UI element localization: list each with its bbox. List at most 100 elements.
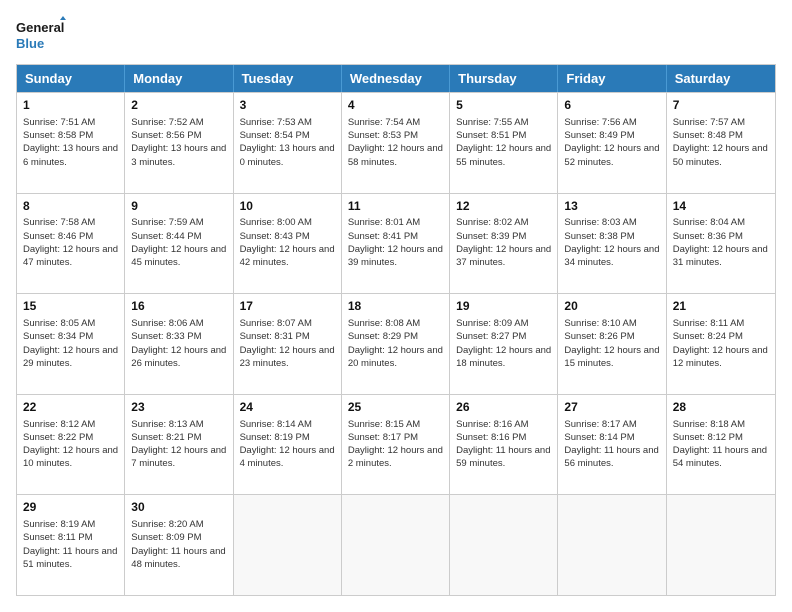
- sunrise-text: Sunrise: 7:58 AM: [23, 217, 95, 228]
- sunset-text: Sunset: 8:26 PM: [564, 331, 634, 342]
- sunset-text: Sunset: 8:53 PM: [348, 130, 418, 141]
- calendar-cell: [234, 495, 342, 595]
- day-number: 8: [23, 198, 118, 215]
- sunrise-text: Sunrise: 7:54 AM: [348, 117, 420, 128]
- calendar-cell: 23 Sunrise: 8:13 AM Sunset: 8:21 PM Dayl…: [125, 395, 233, 495]
- daylight-text: Daylight: 11 hours and 54 minutes.: [673, 445, 767, 469]
- day-number: 25: [348, 399, 443, 416]
- calendar-cell: 30 Sunrise: 8:20 AM Sunset: 8:09 PM Dayl…: [125, 495, 233, 595]
- daylight-text: Daylight: 12 hours and 58 minutes.: [348, 143, 443, 167]
- sunset-text: Sunset: 8:31 PM: [240, 331, 310, 342]
- calendar-cell: 26 Sunrise: 8:16 AM Sunset: 8:16 PM Dayl…: [450, 395, 558, 495]
- sunset-text: Sunset: 8:43 PM: [240, 231, 310, 242]
- sunrise-text: Sunrise: 8:04 AM: [673, 217, 745, 228]
- daylight-text: Daylight: 12 hours and 23 minutes.: [240, 345, 335, 369]
- day-number: 19: [456, 298, 551, 315]
- calendar-cell: 18 Sunrise: 8:08 AM Sunset: 8:29 PM Dayl…: [342, 294, 450, 394]
- day-number: 5: [456, 97, 551, 114]
- daylight-text: Daylight: 12 hours and 50 minutes.: [673, 143, 768, 167]
- logo-svg: General Blue: [16, 16, 66, 56]
- calendar-cell: [558, 495, 666, 595]
- sunset-text: Sunset: 8:49 PM: [564, 130, 634, 141]
- day-number: 14: [673, 198, 769, 215]
- sunset-text: Sunset: 8:39 PM: [456, 231, 526, 242]
- calendar-cell: 16 Sunrise: 8:06 AM Sunset: 8:33 PM Dayl…: [125, 294, 233, 394]
- daylight-text: Daylight: 13 hours and 3 minutes.: [131, 143, 226, 167]
- sunrise-text: Sunrise: 7:51 AM: [23, 117, 95, 128]
- daylight-text: Daylight: 12 hours and 4 minutes.: [240, 445, 335, 469]
- sunset-text: Sunset: 8:54 PM: [240, 130, 310, 141]
- daylight-text: Daylight: 12 hours and 39 minutes.: [348, 244, 443, 268]
- sunrise-text: Sunrise: 8:16 AM: [456, 419, 528, 430]
- day-number: 1: [23, 97, 118, 114]
- daylight-text: Daylight: 12 hours and 34 minutes.: [564, 244, 659, 268]
- header-cell-thursday: Thursday: [450, 65, 558, 92]
- calendar-cell: 12 Sunrise: 8:02 AM Sunset: 8:39 PM Dayl…: [450, 194, 558, 294]
- day-number: 28: [673, 399, 769, 416]
- calendar-cell: 28 Sunrise: 8:18 AM Sunset: 8:12 PM Dayl…: [667, 395, 775, 495]
- day-number: 16: [131, 298, 226, 315]
- calendar-cell: 6 Sunrise: 7:56 AM Sunset: 8:49 PM Dayli…: [558, 93, 666, 193]
- daylight-text: Daylight: 11 hours and 48 minutes.: [131, 546, 225, 570]
- sunset-text: Sunset: 8:19 PM: [240, 432, 310, 443]
- day-number: 23: [131, 399, 226, 416]
- sunset-text: Sunset: 8:17 PM: [348, 432, 418, 443]
- sunrise-text: Sunrise: 8:03 AM: [564, 217, 636, 228]
- calendar-cell: 17 Sunrise: 8:07 AM Sunset: 8:31 PM Dayl…: [234, 294, 342, 394]
- day-number: 30: [131, 499, 226, 516]
- calendar-cell: 1 Sunrise: 7:51 AM Sunset: 8:58 PM Dayli…: [17, 93, 125, 193]
- calendar-cell: 3 Sunrise: 7:53 AM Sunset: 8:54 PM Dayli…: [234, 93, 342, 193]
- calendar: SundayMondayTuesdayWednesdayThursdayFrid…: [16, 64, 776, 596]
- calendar-body: 1 Sunrise: 7:51 AM Sunset: 8:58 PM Dayli…: [17, 92, 775, 595]
- day-number: 3: [240, 97, 335, 114]
- sunrise-text: Sunrise: 8:15 AM: [348, 419, 420, 430]
- calendar-cell: 8 Sunrise: 7:58 AM Sunset: 8:46 PM Dayli…: [17, 194, 125, 294]
- calendar-cell: 13 Sunrise: 8:03 AM Sunset: 8:38 PM Dayl…: [558, 194, 666, 294]
- day-number: 22: [23, 399, 118, 416]
- sunset-text: Sunset: 8:14 PM: [564, 432, 634, 443]
- header-cell-wednesday: Wednesday: [342, 65, 450, 92]
- header-cell-monday: Monday: [125, 65, 233, 92]
- sunrise-text: Sunrise: 8:12 AM: [23, 419, 95, 430]
- sunset-text: Sunset: 8:12 PM: [673, 432, 743, 443]
- sunset-text: Sunset: 8:48 PM: [673, 130, 743, 141]
- calendar-week-1: 1 Sunrise: 7:51 AM Sunset: 8:58 PM Dayli…: [17, 92, 775, 193]
- daylight-text: Daylight: 13 hours and 0 minutes.: [240, 143, 335, 167]
- sunset-text: Sunset: 8:44 PM: [131, 231, 201, 242]
- day-number: 10: [240, 198, 335, 215]
- sunrise-text: Sunrise: 7:55 AM: [456, 117, 528, 128]
- sunrise-text: Sunrise: 8:11 AM: [673, 318, 745, 329]
- sunset-text: Sunset: 8:36 PM: [673, 231, 743, 242]
- daylight-text: Daylight: 12 hours and 10 minutes.: [23, 445, 118, 469]
- day-number: 4: [348, 97, 443, 114]
- sunrise-text: Sunrise: 8:01 AM: [348, 217, 420, 228]
- day-number: 18: [348, 298, 443, 315]
- sunset-text: Sunset: 8:27 PM: [456, 331, 526, 342]
- sunset-text: Sunset: 8:33 PM: [131, 331, 201, 342]
- sunrise-text: Sunrise: 8:09 AM: [456, 318, 528, 329]
- svg-text:General: General: [16, 20, 64, 35]
- daylight-text: Daylight: 12 hours and 47 minutes.: [23, 244, 118, 268]
- sunset-text: Sunset: 8:34 PM: [23, 331, 93, 342]
- sunset-text: Sunset: 8:46 PM: [23, 231, 93, 242]
- sunset-text: Sunset: 8:09 PM: [131, 532, 201, 543]
- calendar-cell: 15 Sunrise: 8:05 AM Sunset: 8:34 PM Dayl…: [17, 294, 125, 394]
- day-number: 29: [23, 499, 118, 516]
- daylight-text: Daylight: 11 hours and 59 minutes.: [456, 445, 550, 469]
- calendar-week-3: 15 Sunrise: 8:05 AM Sunset: 8:34 PM Dayl…: [17, 293, 775, 394]
- sunrise-text: Sunrise: 8:06 AM: [131, 318, 203, 329]
- day-number: 20: [564, 298, 659, 315]
- daylight-text: Daylight: 12 hours and 29 minutes.: [23, 345, 118, 369]
- day-number: 2: [131, 97, 226, 114]
- day-number: 17: [240, 298, 335, 315]
- sunset-text: Sunset: 8:51 PM: [456, 130, 526, 141]
- sunrise-text: Sunrise: 8:20 AM: [131, 519, 203, 530]
- sunset-text: Sunset: 8:16 PM: [456, 432, 526, 443]
- sunset-text: Sunset: 8:56 PM: [131, 130, 201, 141]
- sunrise-text: Sunrise: 7:56 AM: [564, 117, 636, 128]
- sunset-text: Sunset: 8:21 PM: [131, 432, 201, 443]
- calendar-cell: 14 Sunrise: 8:04 AM Sunset: 8:36 PM Dayl…: [667, 194, 775, 294]
- svg-text:Blue: Blue: [16, 36, 44, 51]
- calendar-cell: 21 Sunrise: 8:11 AM Sunset: 8:24 PM Dayl…: [667, 294, 775, 394]
- calendar-cell: 4 Sunrise: 7:54 AM Sunset: 8:53 PM Dayli…: [342, 93, 450, 193]
